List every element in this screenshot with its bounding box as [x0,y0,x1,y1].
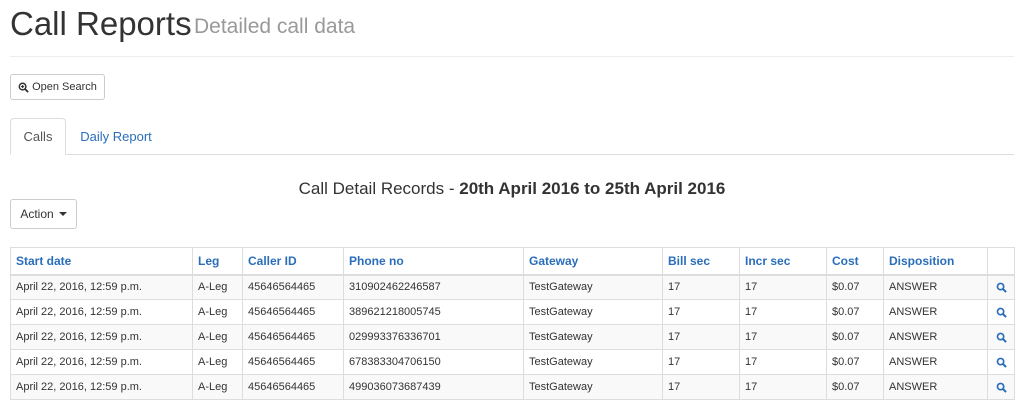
cell-leg: A-Leg [192,299,243,325]
cell-caller-id: 45646564465 [242,299,344,325]
cell-view [987,324,1015,350]
cell-incr-sec: 17 [739,299,827,325]
cell-phone-no: 389621218005745 [343,299,524,325]
cell-gateway: TestGateway [523,324,663,350]
action-dropdown-button[interactable]: Action [10,199,77,229]
page-header: Call Reports Detailed call data [10,2,1014,57]
column-header-disposition[interactable]: Disposition [883,247,988,276]
table-header-row: Start date Leg Caller ID Phone no Gatewa… [10,247,1015,276]
page-subtitle: Detailed call data [194,15,356,38]
column-header-leg[interactable]: Leg [192,247,243,276]
caret-down-icon [58,212,67,216]
cell-phone-no: 029993376336701 [343,324,524,350]
table-row: April 22, 2016, 12:59 p.m. A-Leg 4564656… [10,274,1015,300]
cell-start-date: April 22, 2016, 12:59 p.m. [10,374,193,400]
cell-leg: A-Leg [192,349,243,375]
cell-gateway: TestGateway [523,374,663,400]
cell-caller-id: 45646564465 [242,274,344,300]
cell-incr-sec: 17 [739,374,827,400]
cell-caller-id: 45646564465 [242,324,344,350]
cell-gateway: TestGateway [523,299,663,325]
report-date-range: 20th April 2016 to 25th April 2016 [459,179,726,198]
cell-leg: A-Leg [192,324,243,350]
cell-cost: $0.07 [826,299,884,325]
cell-disposition: ANSWER [883,374,988,400]
search-icon[interactable] [996,382,1007,393]
cell-phone-no: 678383304706150 [343,349,524,375]
search-icon[interactable] [996,282,1007,293]
column-header-cost[interactable]: Cost [826,247,884,276]
report-tabs: Calls Daily Report [10,118,1014,155]
cell-start-date: April 22, 2016, 12:59 p.m. [10,299,193,325]
call-records-table: Start date Leg Caller ID Phone no Gatewa… [10,247,1015,400]
page-title: Call Reports [10,5,192,42]
table-row: April 22, 2016, 12:59 p.m. A-Leg 4564656… [10,324,1015,350]
cell-disposition: ANSWER [883,349,988,375]
search-icon[interactable] [996,307,1007,318]
cell-leg: A-Leg [192,274,243,300]
open-search-button[interactable]: Open Search [10,74,105,100]
zoom-in-icon [18,82,29,93]
report-heading-prefix: Call Detail Records - [298,179,460,198]
cell-disposition: ANSWER [883,274,988,300]
cell-cost: $0.07 [826,274,884,300]
cell-bill-sec: 17 [662,274,740,300]
search-icon[interactable] [996,357,1007,368]
cell-disposition: ANSWER [883,324,988,350]
open-search-label: Open Search [32,81,97,93]
cell-bill-sec: 17 [662,299,740,325]
cell-cost: $0.07 [826,349,884,375]
cell-cost: $0.07 [826,324,884,350]
cell-gateway: TestGateway [523,274,663,300]
cell-cost: $0.07 [826,374,884,400]
cell-start-date: April 22, 2016, 12:59 p.m. [10,349,193,375]
column-header-gateway[interactable]: Gateway [523,247,663,276]
cell-bill-sec: 17 [662,324,740,350]
cell-caller-id: 45646564465 [242,374,344,400]
cell-incr-sec: 17 [739,324,827,350]
report-heading: Call Detail Records - 20th April 2016 to… [0,179,1024,199]
cell-view [987,299,1015,325]
cell-phone-no: 499036073687439 [343,374,524,400]
tab-calls[interactable]: Calls [10,118,66,155]
cell-start-date: April 22, 2016, 12:59 p.m. [10,324,193,350]
cell-leg: A-Leg [192,374,243,400]
table-row: April 22, 2016, 12:59 p.m. A-Leg 4564656… [10,299,1015,325]
cell-bill-sec: 17 [662,374,740,400]
column-header-phone-no[interactable]: Phone no [343,247,524,276]
cell-bill-sec: 17 [662,349,740,375]
cell-view [987,274,1015,300]
column-header-start-date[interactable]: Start date [10,247,193,276]
cell-view [987,349,1015,375]
cell-phone-no: 310902462246587 [343,274,524,300]
column-header-bill-sec[interactable]: Bill sec [662,247,740,276]
cell-incr-sec: 17 [739,274,827,300]
action-label: Action [20,207,54,221]
column-header-actions [987,247,1015,276]
table-row: April 22, 2016, 12:59 p.m. A-Leg 4564656… [10,349,1015,375]
cell-view [987,374,1015,400]
cell-incr-sec: 17 [739,349,827,375]
cell-start-date: April 22, 2016, 12:59 p.m. [10,274,193,300]
cell-caller-id: 45646564465 [242,349,344,375]
cell-disposition: ANSWER [883,299,988,325]
column-header-caller-id[interactable]: Caller ID [242,247,344,276]
column-header-incr-sec[interactable]: Incr sec [739,247,827,276]
cell-gateway: TestGateway [523,349,663,375]
search-icon[interactable] [996,332,1007,343]
table-row: April 22, 2016, 12:59 p.m. A-Leg 4564656… [10,374,1015,400]
tab-daily-report[interactable]: Daily Report [80,118,152,155]
